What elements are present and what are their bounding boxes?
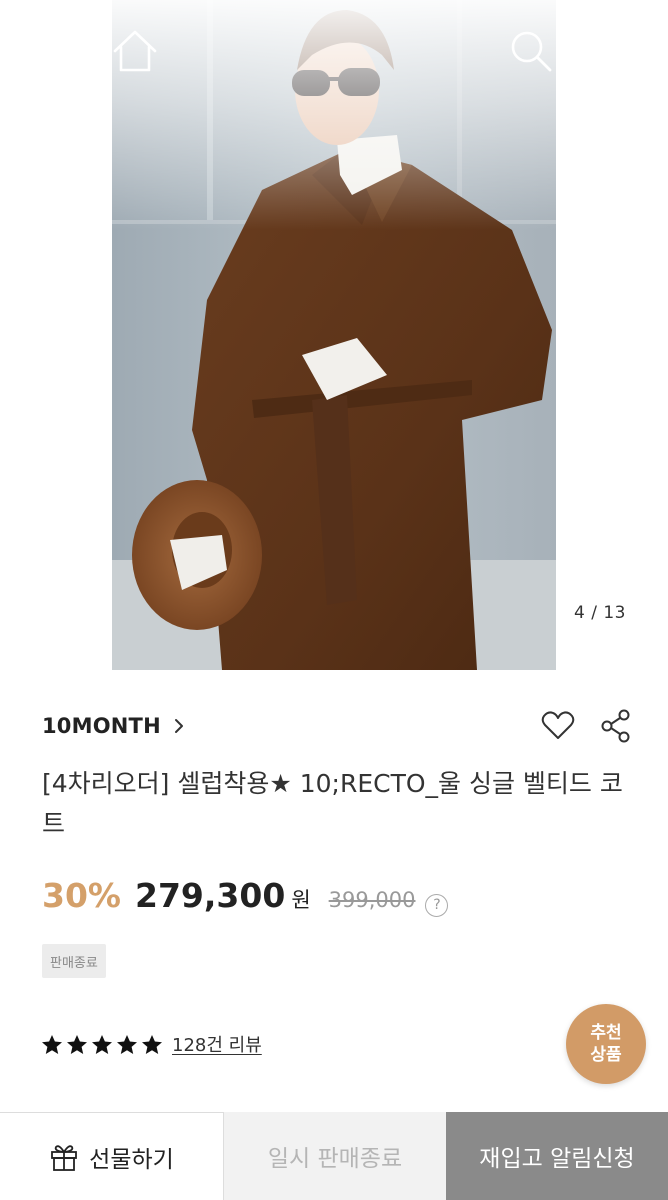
chevron-right-icon [173, 717, 185, 735]
brand-link[interactable]: 10MONTH [42, 714, 185, 738]
recommend-products-button[interactable]: 추천 상품 [566, 1004, 646, 1084]
heart-icon[interactable] [540, 708, 576, 744]
restock-alert-button[interactable]: 재입고 알림신청 [446, 1112, 668, 1200]
discount-rate: 30% [42, 876, 121, 915]
share-icon[interactable] [598, 708, 634, 744]
brand-row: 10MONTH [42, 706, 634, 746]
gift-button[interactable]: 선물하기 [0, 1112, 224, 1200]
gift-button-label: 선물하기 [89, 1146, 174, 1173]
bottom-action-bar: 선물하기 일시 판매종료 재입고 알림신청 [0, 1112, 668, 1200]
gift-icon [49, 1142, 79, 1172]
chevron-left-icon[interactable] [24, 22, 82, 80]
product-title: [4차리오더] 셀럽착용★ 10;RECTO_울 싱글 벨티드 코트 [42, 769, 623, 838]
product-photo [112, 0, 556, 670]
temporary-soldout-button: 일시 판매종료 [224, 1112, 446, 1200]
star-icon [92, 1034, 112, 1054]
brand-name: 10MONTH [42, 714, 161, 738]
star-icon [67, 1034, 87, 1054]
recommend-label-line1: 추천 [590, 1023, 622, 1043]
original-price: 399,000 [328, 888, 416, 912]
review-count-link[interactable]: 128건 리뷰 [172, 1031, 262, 1057]
currency-unit: 원 [291, 888, 311, 912]
rating-row: 128건 리뷰 [42, 1028, 262, 1060]
home-icon[interactable] [106, 22, 164, 80]
recommend-label-line2: 상품 [590, 1045, 622, 1065]
star-icon [117, 1034, 137, 1054]
star-rating [42, 1034, 162, 1054]
product-image-gallery[interactable]: 4 / 13 [0, 0, 668, 670]
price-help-icon[interactable]: ? [425, 893, 449, 917]
price-row: 30% 279,300 원 399,000 ? [42, 876, 449, 924]
star-icon [42, 1034, 62, 1054]
status-badge: 판매종료 [42, 944, 106, 978]
search-icon[interactable] [502, 22, 560, 80]
sale-price: 279,300 [135, 876, 286, 915]
shopping-bag-icon[interactable] [584, 22, 642, 80]
star-icon [142, 1034, 162, 1054]
image-counter: 4 / 13 [574, 603, 626, 623]
product-actions [540, 708, 634, 744]
